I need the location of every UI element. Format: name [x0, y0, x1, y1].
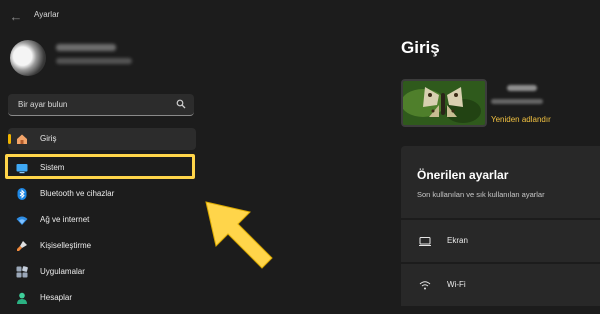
sidebar-item-label: Giriş — [40, 134, 57, 143]
sidebar-item-label: Hesaplar — [40, 293, 73, 302]
recommended-settings-card: Önerilen ayarlar Son kullanılan ve sık k… — [401, 146, 600, 218]
main-content: Giriş Yeniden adlandır Önerilen ayarlar … — [385, 0, 600, 314]
brush-icon — [17, 241, 27, 251]
recommended-item-wifi[interactable]: Wi-Fi — [401, 264, 600, 306]
back-button[interactable]: ← — [8, 9, 24, 25]
device-name-redacted — [507, 85, 537, 91]
active-indicator — [8, 134, 11, 144]
recommended-item-label: Wi-Fi — [447, 280, 466, 289]
search-placeholder: Bir ayar bulun — [18, 100, 68, 109]
recommended-title: Önerilen ayarlar — [417, 168, 509, 182]
sidebar-item-personalization[interactable]: Kişiselleştirme — [8, 235, 196, 257]
user-name-redacted — [56, 44, 116, 51]
sidebar-item-accounts[interactable]: Hesaplar — [8, 287, 196, 309]
search-icon[interactable] — [176, 99, 186, 109]
highlight-box — [5, 154, 195, 179]
wifi-icon — [419, 281, 431, 290]
sidebar-item-label: Kişiselleştirme — [40, 241, 92, 250]
apps-icon — [16, 266, 28, 278]
page-title: Giriş — [401, 38, 440, 57]
rename-link[interactable]: Yeniden adlandır — [491, 115, 551, 124]
sidebar-item-label: Uygulamalar — [40, 267, 85, 276]
sidebar-item-giris[interactable]: Giriş — [8, 128, 196, 150]
sidebar-item-label: Bluetooth ve cihazlar — [40, 189, 115, 198]
sidebar-item-apps[interactable]: Uygulamalar — [8, 261, 196, 283]
sidebar-item-bluetooth[interactable]: Bluetooth ve cihazlar — [8, 183, 196, 205]
avatar[interactable] — [10, 40, 46, 76]
recommended-item-ekran[interactable]: Ekran — [401, 220, 600, 262]
home-icon — [17, 134, 27, 144]
pointer-arrow — [205, 201, 273, 269]
sidebar-item-label: Ağ ve internet — [40, 215, 90, 224]
wifi-icon — [16, 216, 28, 225]
search-input[interactable]: Bir ayar bulun — [8, 94, 194, 116]
recommended-item-label: Ekran — [447, 236, 468, 245]
device-wallpaper-thumbnail — [401, 79, 487, 127]
sidebar-item-network[interactable]: Ağ ve internet — [8, 209, 196, 231]
app-title: Ayarlar — [34, 10, 60, 19]
person-icon — [17, 292, 27, 304]
butterfly-image — [403, 81, 485, 125]
user-email-redacted — [56, 58, 132, 64]
recommended-subtitle: Son kullanılan ve sık kullanılan ayarlar — [417, 190, 545, 199]
device-model-redacted — [491, 99, 543, 104]
bluetooth-icon — [17, 188, 27, 200]
display-icon — [419, 237, 431, 246]
